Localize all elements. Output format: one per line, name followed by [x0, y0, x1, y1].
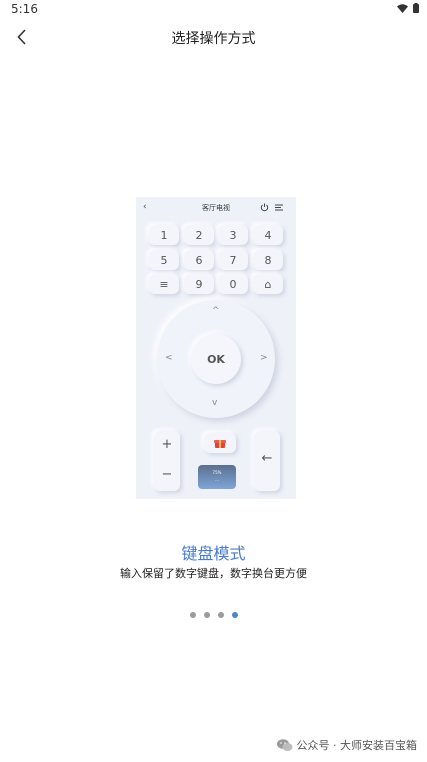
preview-menu-key: ≡ — [149, 274, 179, 294]
preview-power-icon — [260, 203, 269, 212]
mode-title: 键盘模式 — [181, 544, 246, 563]
page-indicator — [190, 612, 238, 618]
preview-up-arrow-icon: ^ — [212, 306, 220, 316]
wifi-icon — [397, 3, 408, 13]
preview-key: 1 — [149, 225, 179, 245]
preview-thumbnail-line2: ... — [215, 477, 219, 482]
app-bar: 选择操作方式 — [0, 18, 427, 56]
preview-thumbnail: 75% ... — [198, 465, 236, 489]
preview-plus-label: + — [161, 437, 173, 452]
preview-home-key: ⌂ — [253, 274, 283, 294]
battery-icon — [413, 3, 419, 13]
preview-key: 4 — [253, 225, 283, 245]
preview-key: 0 — [218, 274, 248, 294]
status-bar: 5:16 — [0, 0, 427, 18]
preview-key: 7 — [218, 250, 248, 270]
preview-dpad: ^ v < > OK — [157, 300, 275, 418]
preview-key: 6 — [184, 250, 214, 270]
page-dot[interactable] — [218, 612, 224, 618]
preview-gift-key — [204, 433, 236, 453]
page-dot[interactable] — [190, 612, 196, 618]
wechat-icon — [276, 738, 292, 751]
page-title: 选择操作方式 — [171, 31, 256, 47]
status-icons — [397, 3, 419, 13]
preview-left-arrow-icon: < — [165, 353, 173, 363]
preview-header: ‹ 客厅电视 — [136, 197, 296, 219]
preview-title: 客厅电视 — [202, 204, 230, 212]
preview-minus-label: − — [161, 467, 173, 482]
preview-key: 2 — [184, 225, 214, 245]
remote-preview-image: ‹ 客厅电视 1 2 3 4 5 6 7 8 ≡ 9 0 ⌂ ^ v < > O… — [136, 197, 296, 499]
gift-icon — [214, 440, 226, 448]
mode-description: 输入保留了数字键盘，数字换台更方便 — [120, 567, 307, 580]
watermark: 公众号 · 大师安装百宝箱 — [276, 737, 418, 753]
watermark-text: 公众号 · 大师安装百宝箱 — [296, 739, 418, 752]
page-dot-active[interactable] — [232, 612, 238, 618]
preview-right-arrow-icon: > — [260, 353, 268, 363]
status-time: 5:16 — [11, 2, 38, 16]
preview-thumbnail-line1: 75% — [212, 470, 222, 475]
preview-ok-button: OK — [191, 334, 241, 384]
preview-key: 5 — [149, 250, 179, 270]
preview-key: 9 — [184, 274, 214, 294]
preview-back-arrow-icon: ← — [261, 451, 273, 466]
preview-volume-key: + − — [154, 431, 180, 491]
preview-menu-icon — [275, 204, 283, 211]
page-dot[interactable] — [204, 612, 210, 618]
preview-key: 8 — [253, 250, 283, 270]
preview-key: 3 — [218, 225, 248, 245]
preview-back-key: ← — [254, 431, 280, 491]
preview-down-arrow-icon: v — [212, 398, 218, 408]
